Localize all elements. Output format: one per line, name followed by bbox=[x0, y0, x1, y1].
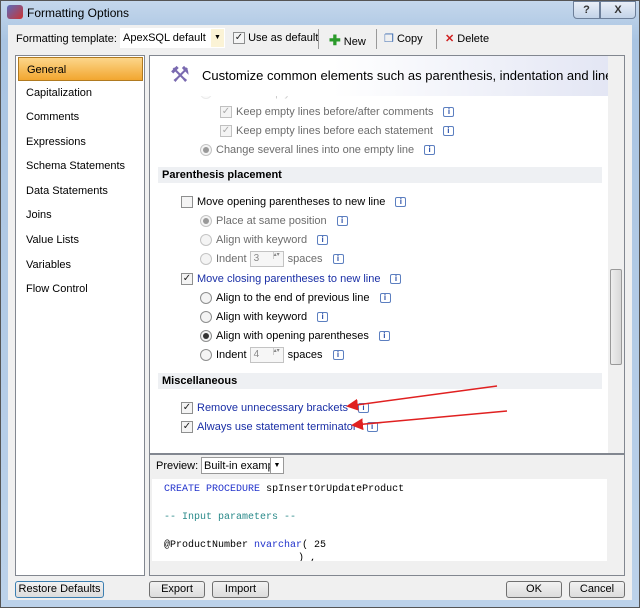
divider bbox=[436, 29, 437, 49]
code-token: ( 25 bbox=[302, 540, 327, 551]
code-comment: -- Input parameters -- bbox=[164, 512, 297, 523]
red-arrow bbox=[351, 410, 508, 431]
ok-button[interactable]: OK bbox=[506, 581, 562, 598]
preview-hscroll[interactable] bbox=[152, 561, 607, 574]
copy-icon: ❐ bbox=[384, 33, 394, 45]
code-token: @ProductNumber bbox=[164, 540, 249, 551]
app-icon bbox=[7, 5, 23, 19]
import-button[interactable]: Import bbox=[212, 581, 269, 598]
code-token: CREATE bbox=[164, 484, 201, 495]
preview-combo[interactable]: Built-in example ▼ bbox=[201, 457, 284, 474]
cancel-button[interactable]: Cancel bbox=[569, 581, 625, 598]
new-button[interactable]: ✚ New bbox=[329, 32, 366, 49]
divider bbox=[318, 29, 319, 49]
sidebar-item-data-statements[interactable]: Data Statements bbox=[18, 179, 143, 203]
delete-button[interactable]: ✕ Delete bbox=[445, 32, 489, 45]
options-scrollbar[interactable] bbox=[608, 56, 624, 453]
sidebar-item-expressions[interactable]: Expressions bbox=[18, 130, 143, 154]
close-button[interactable]: X bbox=[600, 1, 636, 19]
template-value: ApexSQL default bbox=[123, 32, 206, 44]
chevron-down-icon[interactable]: ▼ bbox=[211, 29, 224, 47]
delete-x-icon: ✕ bbox=[445, 33, 455, 45]
code-token: ) , bbox=[298, 553, 317, 561]
restore-defaults-button[interactable]: Restore Defaults bbox=[15, 581, 104, 598]
chevron-down-icon[interactable]: ▼ bbox=[270, 458, 283, 473]
sidebar-item-capitalization[interactable]: Capitalization bbox=[18, 81, 143, 105]
new-label: New bbox=[343, 36, 366, 48]
preview-vscroll[interactable] bbox=[607, 479, 623, 561]
window-title: Formatting Options bbox=[27, 6, 130, 20]
preview-pane: Preview: Built-in example ▼ CREATE PROCE… bbox=[149, 454, 625, 576]
sidebar-item-schema-statements[interactable]: Schema Statements bbox=[18, 154, 143, 178]
code-token: PROCEDURE bbox=[206, 484, 261, 495]
preview-code: CREATE PROCEDURE spInsertOrUpdateProduct… bbox=[152, 479, 607, 561]
red-arrow bbox=[346, 385, 498, 411]
formatting-options-window: Formatting Options ? X Formatting templa… bbox=[0, 0, 640, 608]
sidebar-item-joins[interactable]: Joins bbox=[18, 203, 143, 227]
scroll-thumb[interactable] bbox=[610, 269, 622, 365]
template-label: Formatting template: bbox=[16, 33, 117, 45]
divider bbox=[376, 29, 377, 49]
sidebar-item-comments[interactable]: Comments bbox=[18, 105, 143, 129]
use-as-default-label: Use as default bbox=[248, 32, 319, 44]
window-frame: Formatting Options ? X Formatting templa… bbox=[1, 1, 639, 607]
sidebar-item-flow-control[interactable]: Flow Control bbox=[18, 277, 143, 301]
help-button[interactable]: ? bbox=[573, 1, 600, 19]
dialog-client: Formatting template: ApexSQL default ▼ ✓… bbox=[8, 25, 632, 600]
checkbox-icon[interactable]: ✓ bbox=[233, 32, 245, 45]
category-list: General Capitalization Comments Expressi… bbox=[15, 55, 145, 576]
export-button[interactable]: Export bbox=[149, 581, 205, 598]
template-combo[interactable]: ApexSQL default ▼ bbox=[120, 28, 225, 48]
annotation-arrows bbox=[346, 385, 508, 431]
options-panel: Remove empty lines ⚒ Customize common el… bbox=[149, 55, 625, 454]
sidebar-item-variables[interactable]: Variables bbox=[18, 253, 143, 277]
code-token: nvarchar bbox=[254, 540, 303, 551]
preview-label: Preview: bbox=[156, 460, 199, 472]
copy-button[interactable]: ❐ Copy bbox=[384, 32, 423, 45]
copy-label: Copy bbox=[396, 33, 423, 45]
plus-icon: ✚ bbox=[329, 32, 341, 48]
code-token: spInsertOrUpdateProduct bbox=[266, 484, 405, 495]
delete-label: Delete bbox=[457, 33, 490, 45]
sidebar-item-value-lists[interactable]: Value Lists bbox=[18, 228, 143, 252]
use-as-default-checkbox[interactable]: ✓ Use as default bbox=[233, 32, 319, 45]
sidebar-item-general[interactable]: General bbox=[18, 57, 143, 81]
